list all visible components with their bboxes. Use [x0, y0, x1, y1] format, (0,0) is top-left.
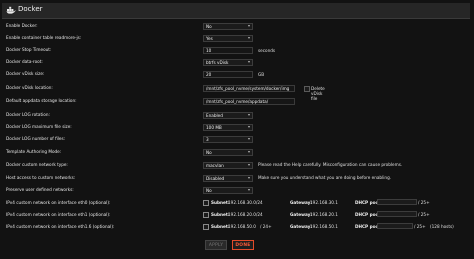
subnet-label: Subnet: [211, 212, 230, 217]
enable-docker-select[interactable]: No [203, 23, 253, 30]
template-mode-select[interactable]: No [203, 149, 253, 156]
label-log-files: Docker LOG number of files: [6, 136, 66, 141]
data-root-select[interactable]: btrfs vDisk [203, 59, 253, 66]
subnet-eth1-6-mask[interactable]: / 24+ [260, 224, 272, 229]
row-host-access: Host access to custom networks: Disabled… [0, 174, 474, 184]
network-type-note: Please read the Help carefully. Misconfi… [258, 162, 403, 167]
page-title: Docker [18, 5, 43, 13]
row-network-eth1: IPv4 custom network on interface eth1 (o… [0, 211, 474, 221]
dhcp-eth1-6-input[interactable] [377, 223, 413, 229]
row-vdisk-size: Docker vDisk size: 20 GB [0, 70, 474, 80]
row-network-eth0: IPv4 custom network on interface eth0 (o… [0, 199, 474, 209]
appdata-location-input[interactable]: /mnt/zfs_pool_nvme/appdata/ [203, 98, 295, 105]
row-stop-timeout: Docker Stop Timeout: 10 seconds [0, 46, 474, 56]
apply-button[interactable]: APPLY [205, 240, 227, 250]
row-network-type: Docker custom network type: macvlan Plea… [0, 161, 474, 171]
gateway-label: Gateway: [290, 200, 313, 205]
readmore-select[interactable]: Yes [203, 35, 253, 42]
row-template-mode: Template Authoring Mode: No [0, 148, 474, 158]
done-button[interactable]: DONE [232, 240, 254, 250]
network-eth1-checkbox[interactable] [203, 212, 209, 218]
gateway-label: Gateway: [290, 212, 313, 217]
row-preserve-networks: Preserve user defined networks: No [0, 186, 474, 196]
label-appdata-location: Default appdata storage location: [6, 98, 77, 103]
row-data-root: Docker data-root: btrfs vDisk [0, 58, 474, 68]
label-vdisk-location: Docker vDisk location: [6, 85, 53, 90]
label-host-access: Host access to custom networks: [6, 175, 76, 180]
subnet-eth1-value[interactable]: 192.168.20.0/24 [228, 212, 263, 217]
dhcp-eth1-mask[interactable]: / 25+ [418, 212, 430, 217]
preserve-networks-select[interactable]: No [203, 187, 253, 194]
row-vdisk-location: Docker vDisk location: /mnt/zfs_pool_nvm… [0, 84, 474, 101]
vdisk-size-input[interactable]: 20 [203, 71, 253, 78]
row-log-files: Docker LOG number of files: 3 [0, 135, 474, 145]
gateway-eth0-value[interactable]: 192.168.30.1 [310, 200, 338, 205]
label-template-mode: Template Authoring Mode: [6, 149, 62, 154]
row-enable-docker: Enable Docker: No [0, 22, 474, 32]
row-readmore: Enable container table readmore-js: Yes [0, 34, 474, 44]
label-data-root: Docker data-root: [6, 59, 43, 64]
label-stop-timeout: Docker Stop Timeout: [6, 47, 52, 52]
host-access-note: Make sure you understand what you are do… [258, 175, 392, 180]
label-log-rotation: Docker LOG rotation: [6, 112, 50, 117]
label-network-type: Docker custom network type: [6, 162, 68, 167]
docker-whale-icon [6, 6, 16, 14]
subnet-eth1-6-value[interactable]: 192.168.50.0 [228, 224, 256, 229]
row-log-rotation: Docker LOG rotation: Enabled [0, 111, 474, 121]
dhcp-eth0-input[interactable] [377, 199, 417, 205]
subnet-label: Subnet: [211, 224, 230, 229]
row-log-size: Docker LOG maximum file size: 100 MB [0, 123, 474, 133]
subnet-label: Subnet: [211, 200, 230, 205]
stop-timeout-input[interactable]: 10 [203, 47, 253, 54]
network-eth1-6-checkbox[interactable] [203, 224, 209, 230]
label-network-eth0: IPv4 custom network on interface eth0 (o… [6, 200, 111, 205]
label-network-eth1: IPv4 custom network on interface eth1 (o… [6, 212, 111, 217]
stop-timeout-unit: seconds [258, 48, 276, 53]
gateway-eth1-6-value[interactable]: 192.168.50.1 [310, 224, 338, 229]
vdisk-location-input[interactable]: /mnt/zfs_pool_nvme/system/docker/img [203, 85, 295, 92]
log-files-select[interactable]: 3 [203, 136, 253, 143]
label-vdisk-size: Docker vDisk size: [6, 71, 45, 76]
delete-vdisk-checkbox[interactable] [304, 86, 310, 92]
label-log-size: Docker LOG maximum file size: [6, 124, 72, 129]
host-access-select[interactable]: Disabled [203, 175, 253, 182]
dhcp-eth0-mask[interactable]: / 25+ [418, 200, 430, 205]
dhcp-eth1-input[interactable] [377, 211, 417, 217]
network-eth0-checkbox[interactable] [203, 200, 209, 206]
gateway-eth1-value[interactable]: 192.168.20.1 [310, 212, 338, 217]
network-type-select[interactable]: macvlan [203, 162, 253, 169]
dhcp-eth1-6-mask[interactable]: / 25+ [414, 224, 426, 229]
row-network-eth1-6: IPv4 custom network on interface eth1.6 … [0, 223, 474, 233]
log-size-select[interactable]: 100 MB [203, 124, 253, 131]
title-bar: Docker [2, 3, 470, 19]
row-appdata-location: Default appdata storage location: /mnt/z… [0, 97, 474, 107]
log-rotation-select[interactable]: Enabled [203, 112, 253, 119]
dhcp-eth1-6-hosts: (128 hosts) [430, 224, 454, 229]
label-network-eth1-6: IPv4 custom network on interface eth1.6 … [6, 224, 115, 229]
gateway-label: Gateway: [290, 224, 313, 229]
label-readmore: Enable container table readmore-js: [6, 35, 82, 40]
subnet-eth0-value[interactable]: 192.168.30.0/24 [228, 200, 263, 205]
label-enable-docker: Enable Docker: [6, 23, 38, 28]
docker-settings-panel: Docker Enable Docker: No Enable containe… [0, 0, 474, 259]
label-preserve-networks: Preserve user defined networks: [6, 187, 74, 192]
vdisk-size-unit: GB [258, 72, 265, 77]
